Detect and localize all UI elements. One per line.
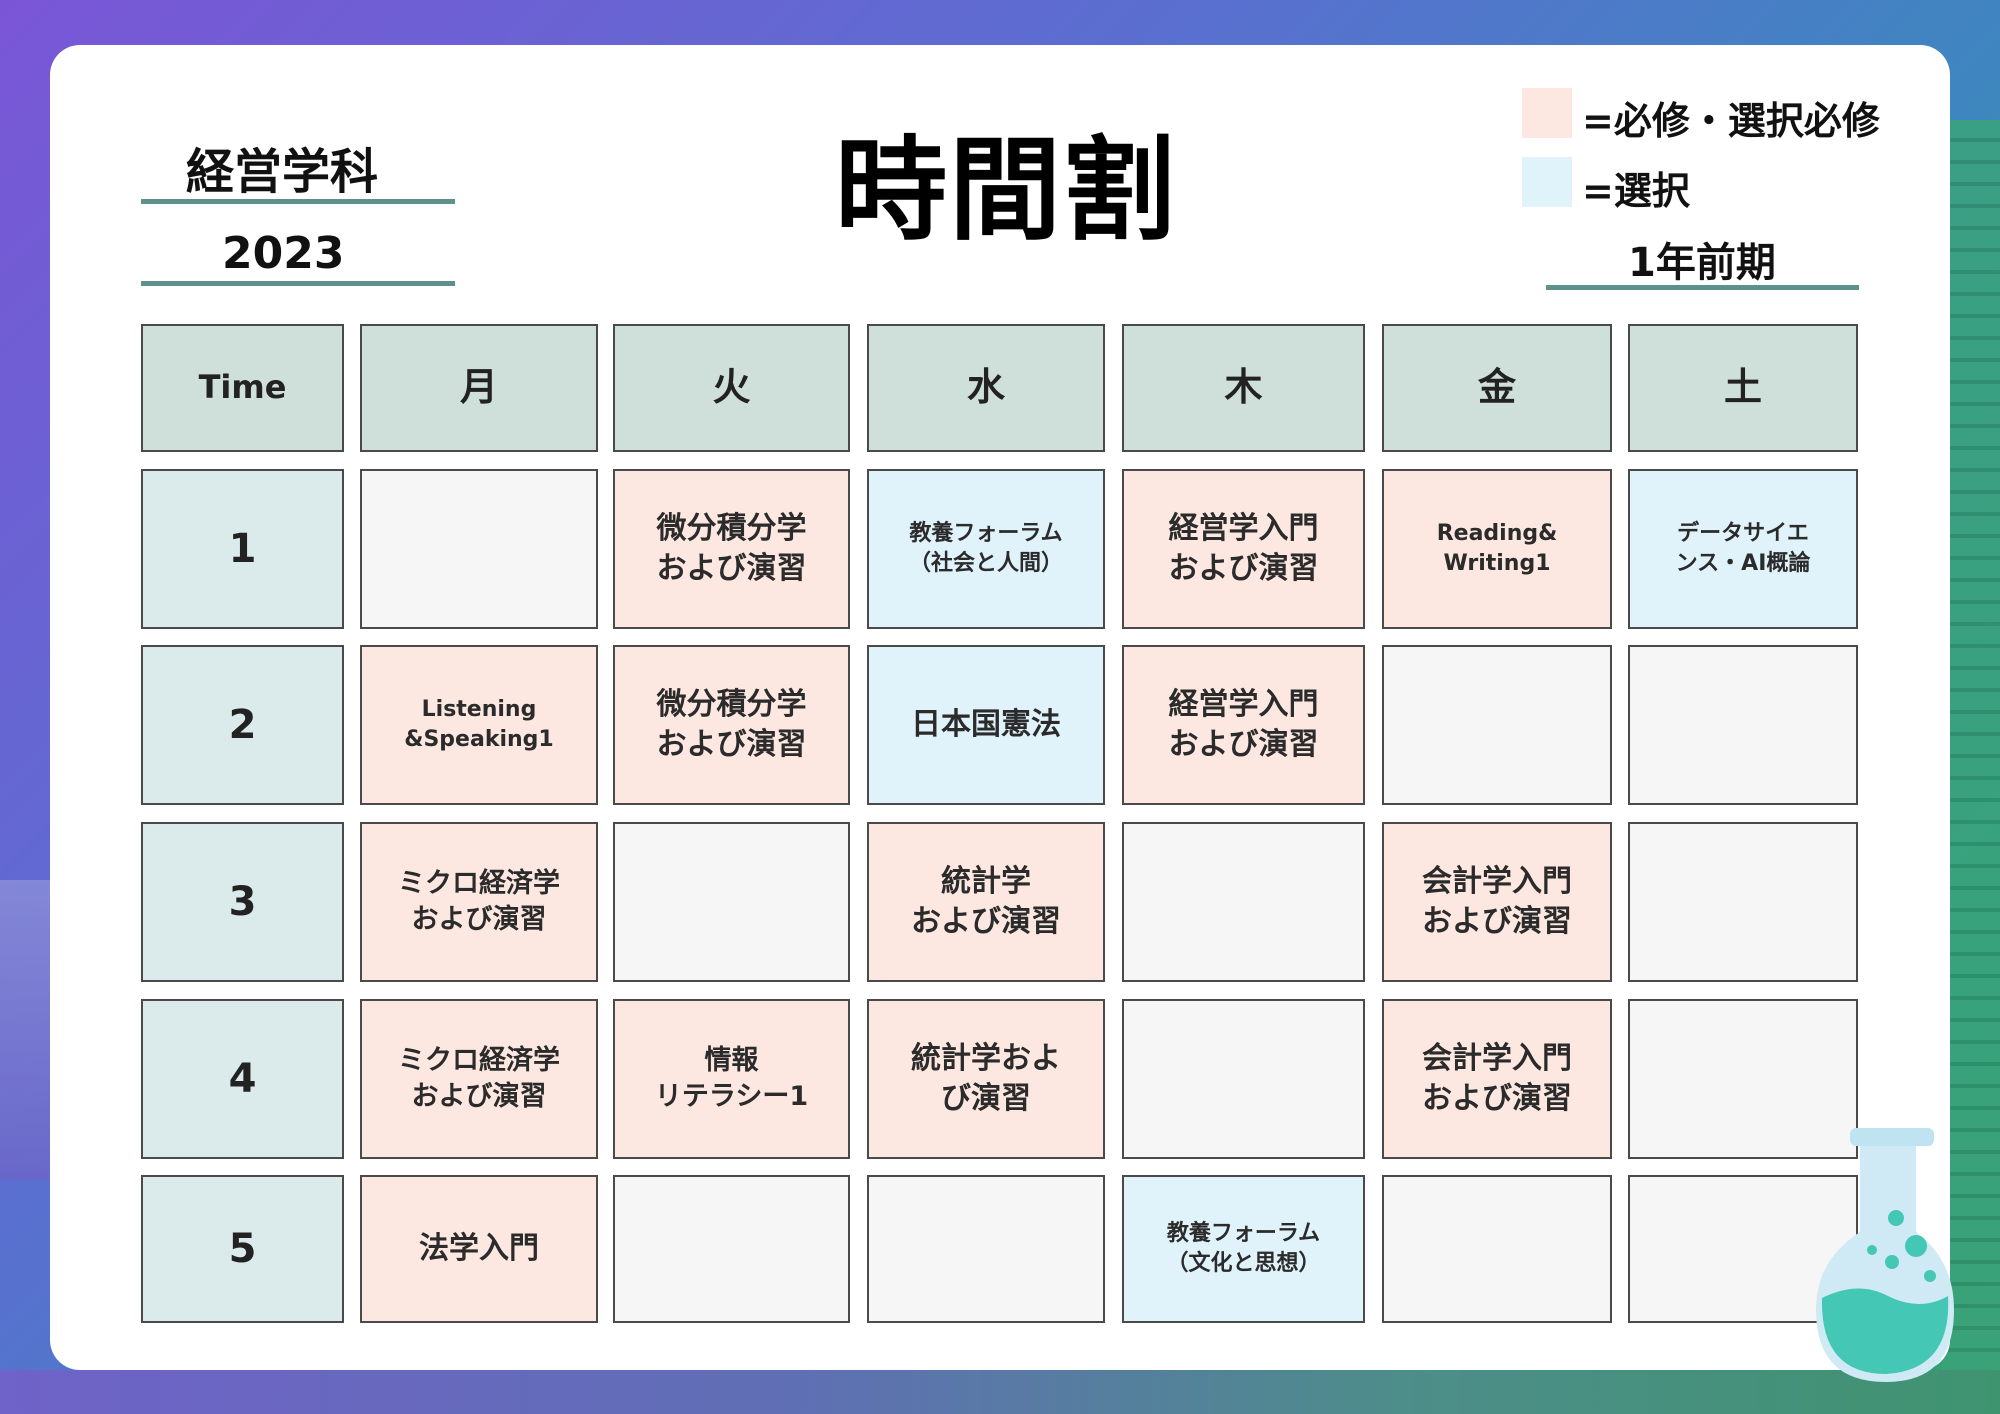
class-cell: 統計学 および演習: [867, 822, 1105, 982]
year-label: 2023: [222, 228, 345, 279]
empty-cell: [1122, 999, 1365, 1159]
department-underline: [141, 199, 455, 204]
legend-elective-label: =選択: [1582, 169, 1690, 213]
class-cell: 会計学入門 および演習: [1382, 822, 1612, 982]
term-label: 1年前期: [1628, 240, 1776, 286]
empty-cell: [613, 1175, 850, 1323]
empty-cell: [1382, 645, 1612, 805]
day-header: 土: [1628, 324, 1858, 452]
legend-required-swatch: [1522, 88, 1572, 138]
empty-cell: [867, 1175, 1105, 1323]
day-header: 月: [360, 324, 598, 452]
flask-icon: [1816, 1128, 1954, 1382]
legend-elective-swatch: [1522, 157, 1572, 207]
class-cell: 経営学入門 および演習: [1122, 645, 1365, 805]
period-label: 3: [141, 822, 344, 982]
empty-cell: [1628, 645, 1858, 805]
class-cell: Reading& Writing1: [1382, 469, 1612, 629]
period-label: 5: [141, 1175, 344, 1323]
class-cell: データサイエ ンス・AI概論: [1628, 469, 1858, 629]
class-cell: 情報 リテラシー1: [613, 999, 850, 1159]
time-header: Time: [141, 324, 344, 452]
day-header: 水: [867, 324, 1105, 452]
period-label: 2: [141, 645, 344, 805]
year-underline: [141, 281, 455, 286]
class-cell: ミクロ経済学 および演習: [360, 822, 598, 982]
empty-cell: [1628, 822, 1858, 982]
class-cell: 微分積分学 および演習: [613, 469, 850, 629]
class-cell: Listening &Speaking1: [360, 645, 598, 805]
department-name: 経営学科: [186, 144, 379, 200]
class-cell: 法学入門: [360, 1175, 598, 1323]
day-header: 火: [613, 324, 850, 452]
day-header: 金: [1382, 324, 1612, 452]
class-cell: 経営学入門 および演習: [1122, 469, 1365, 629]
period-label: 4: [141, 999, 344, 1159]
class-cell: 日本国憲法: [867, 645, 1105, 805]
page-title: 時間割: [835, 126, 1177, 256]
class-cell: 会計学入門 および演習: [1382, 999, 1612, 1159]
class-cell: ミクロ経済学 および演習: [360, 999, 598, 1159]
background-street: [0, 1370, 2000, 1414]
class-cell: 統計学およ び演習: [867, 999, 1105, 1159]
period-label: 1: [141, 469, 344, 629]
class-cell: 教養フォーラム （文化と思想）: [1122, 1175, 1365, 1323]
legend-required-label: =必修・選択必修: [1582, 99, 1880, 143]
day-header: 木: [1122, 324, 1365, 452]
empty-cell: [1382, 1175, 1612, 1323]
class-cell: 教養フォーラム （社会と人間）: [867, 469, 1105, 629]
empty-cell: [1122, 822, 1365, 982]
empty-cell: [360, 469, 598, 629]
class-cell: 微分積分学 および演習: [613, 645, 850, 805]
empty-cell: [613, 822, 850, 982]
term-underline: [1546, 285, 1859, 290]
